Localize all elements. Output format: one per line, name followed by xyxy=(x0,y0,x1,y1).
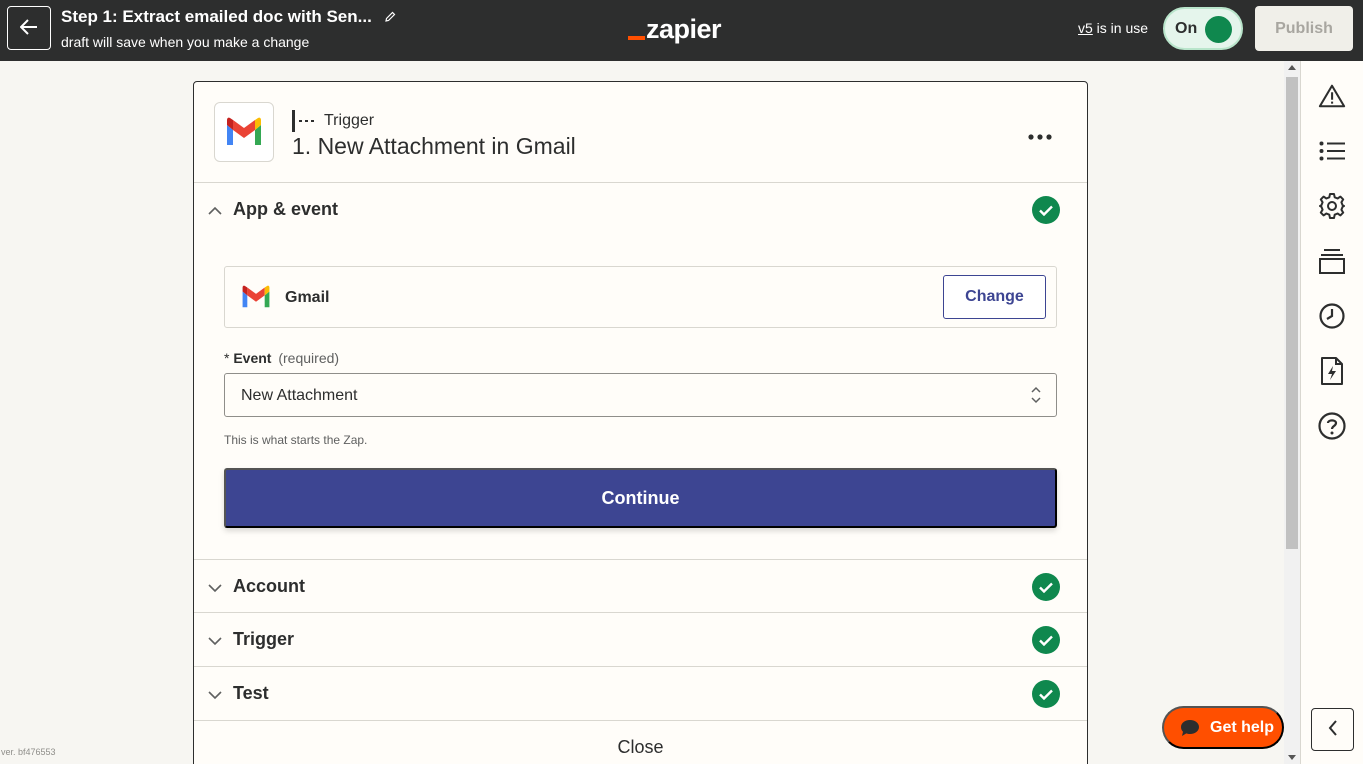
trigger-icon xyxy=(292,110,314,132)
continue-button[interactable]: Continue xyxy=(224,468,1057,528)
chevron-down-icon xyxy=(208,687,222,705)
gmail-icon xyxy=(214,102,274,162)
close-button[interactable]: Close xyxy=(194,720,1087,764)
check-circle-icon xyxy=(1032,680,1060,708)
logo-text: zapier xyxy=(646,14,722,44)
section-trigger[interactable]: Trigger xyxy=(194,613,1087,667)
zap-file-icon[interactable] xyxy=(1318,357,1346,385)
step-title: 1. New Attachment in Gmail xyxy=(292,133,576,159)
section-test[interactable]: Test xyxy=(194,667,1087,721)
collapse-sidebar-button[interactable] xyxy=(1311,708,1354,751)
required-text: (required) xyxy=(278,350,340,366)
get-help-label: Get help xyxy=(1210,718,1275,736)
close-label: Close xyxy=(617,737,664,757)
event-helper-text: This is what starts the Zap. xyxy=(224,433,368,447)
help-circle-icon[interactable] xyxy=(1318,412,1346,440)
more-options-button[interactable] xyxy=(1024,126,1056,146)
event-select[interactable]: New Attachment xyxy=(224,373,1057,417)
toggle-label: On xyxy=(1175,19,1198,37)
version-status: v5 is in use xyxy=(1078,20,1148,36)
event-label-text: Event xyxy=(233,350,272,366)
event-select-value: New Attachment xyxy=(241,387,358,404)
toggle-knob xyxy=(1205,16,1232,43)
section-label: Trigger xyxy=(233,629,295,649)
version-suffix: is in use xyxy=(1092,20,1149,36)
step-type: Trigger xyxy=(292,110,374,132)
event-field-label: * Event (required) xyxy=(224,350,339,366)
scrollbar[interactable] xyxy=(1284,61,1300,764)
scroll-thumb[interactable] xyxy=(1286,77,1298,549)
chat-bubble-icon xyxy=(1180,719,1200,737)
zapier-logo[interactable]: zapier xyxy=(628,12,722,44)
more-horizontal-icon xyxy=(1028,127,1052,145)
section-label: Account xyxy=(233,576,305,596)
build-version: ver. bf476553 xyxy=(1,747,56,757)
check-circle-icon xyxy=(1032,573,1060,601)
list-icon[interactable] xyxy=(1318,137,1346,165)
step-header: Trigger 1. New Attachment in Gmail xyxy=(194,82,1087,183)
section-label: Test xyxy=(233,683,269,703)
warning-icon[interactable] xyxy=(1318,82,1346,110)
versions-stack-icon[interactable] xyxy=(1318,247,1346,275)
scroll-down-icon[interactable] xyxy=(1288,755,1296,760)
check-circle-icon xyxy=(1032,626,1060,654)
section-label: App & event xyxy=(233,199,339,219)
section-app-event[interactable]: App & event xyxy=(194,183,1087,237)
right-sidebar xyxy=(1300,61,1363,764)
scroll-up-icon[interactable] xyxy=(1288,65,1296,70)
history-clock-icon[interactable] xyxy=(1318,302,1346,330)
publish-button[interactable]: Publish xyxy=(1255,6,1353,51)
arrow-left-icon xyxy=(19,18,38,38)
logo-dash xyxy=(628,36,645,40)
selected-app-box: Gmail Change xyxy=(224,266,1057,328)
step-editor-panel: Trigger 1. New Attachment in Gmail App &… xyxy=(193,81,1088,764)
settings-gear-icon[interactable] xyxy=(1318,192,1346,220)
zap-title[interactable]: Step 1: Extract emailed doc with Sen... xyxy=(61,7,396,27)
chevron-down-icon xyxy=(208,633,222,651)
zap-on-toggle[interactable]: On xyxy=(1163,7,1243,50)
check-circle-icon xyxy=(1032,196,1060,224)
get-help-button[interactable]: Get help xyxy=(1162,706,1284,749)
chevron-left-icon xyxy=(1328,720,1338,739)
zap-title-text[interactable]: Step 1: Extract emailed doc with Sen... xyxy=(61,7,372,27)
section-account[interactable]: Account xyxy=(194,559,1087,613)
pencil-icon[interactable] xyxy=(384,11,396,23)
change-app-button[interactable]: Change xyxy=(943,275,1046,319)
app-name: Gmail xyxy=(285,289,330,306)
step-type-label: Trigger xyxy=(324,112,375,129)
gmail-icon xyxy=(241,285,271,314)
save-status: draft will save when you make a change xyxy=(61,34,310,50)
back-button[interactable] xyxy=(7,6,51,50)
chevron-down-icon xyxy=(208,580,222,598)
select-arrows-icon xyxy=(1030,386,1042,409)
version-link[interactable]: v5 xyxy=(1078,20,1093,36)
required-marker: * xyxy=(224,350,230,366)
chevron-up-icon xyxy=(208,203,222,221)
top-bar: Step 1: Extract emailed doc with Sen... … xyxy=(0,0,1363,61)
